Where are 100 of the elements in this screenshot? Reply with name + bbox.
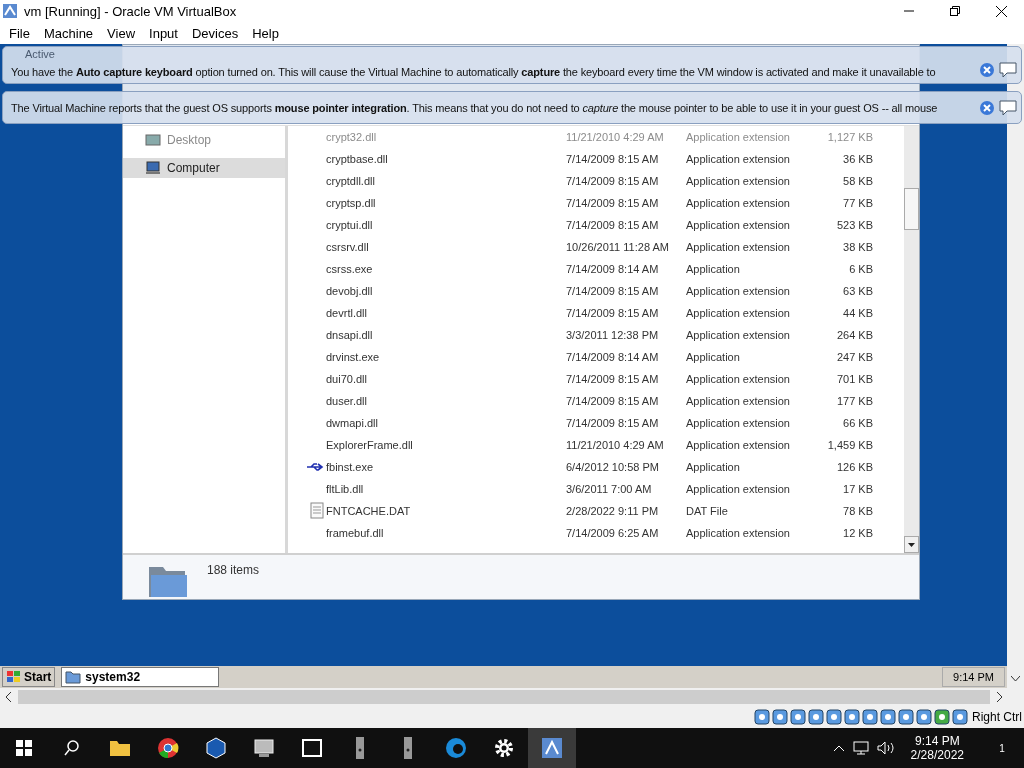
menu-item[interactable]: View bbox=[100, 25, 143, 41]
date-modified: 11/21/2010 4:29 AM bbox=[566, 130, 665, 143]
host-key-label: Right Ctrl bbox=[972, 710, 1022, 724]
date-modified: 7/14/2009 8:14 AM bbox=[566, 350, 660, 363]
chevron-down-icon bbox=[1011, 676, 1020, 682]
taskbar-date[interactable]: 2/28/2022 bbox=[910, 748, 964, 762]
file-name[interactable]: FNTCACHE.DAT bbox=[326, 504, 566, 517]
file-name[interactable]: fbinst.exe bbox=[326, 460, 566, 473]
windows-logo-icon bbox=[16, 740, 32, 756]
date-modified: 10/26/2011 11:28 AM bbox=[566, 240, 670, 253]
file-type: Application extension bbox=[686, 372, 791, 385]
file-size: 1,459 KB bbox=[826, 438, 873, 451]
caret-icon[interactable] bbox=[832, 744, 845, 752]
file-name[interactable]: ExplorerFrame.dll bbox=[326, 438, 566, 451]
file-type: DAT File bbox=[686, 504, 729, 517]
chevron-left-icon bbox=[4, 692, 14, 702]
close-icon[interactable] bbox=[979, 62, 995, 78]
taskbar-button[interactable]: system32 bbox=[61, 667, 220, 687]
menu-item[interactable]: Help bbox=[245, 25, 286, 41]
date-modified: 11/21/2010 4:29 AM bbox=[566, 438, 665, 451]
date-modified: 7/14/2009 8:14 AM bbox=[566, 262, 660, 275]
scroll-thumb[interactable] bbox=[904, 187, 919, 230]
file-name[interactable]: duser.dll bbox=[326, 394, 566, 407]
file-type: Application extension bbox=[686, 284, 791, 297]
file-size: 38 KB bbox=[842, 240, 873, 253]
file-name[interactable]: dwmapi.dll bbox=[326, 416, 566, 429]
cube-icon bbox=[206, 737, 226, 759]
file-type: Application extension bbox=[686, 416, 791, 429]
file-type: Application bbox=[686, 262, 741, 275]
file-size: 523 KB bbox=[835, 218, 873, 231]
file-name[interactable]: drvinst.exe bbox=[326, 350, 566, 363]
nav-item[interactable]: Computer bbox=[123, 157, 285, 178]
file-type: Application extension bbox=[686, 130, 791, 143]
file-name[interactable]: cryptdll.dll bbox=[326, 174, 566, 187]
drive-icon bbox=[403, 736, 413, 760]
active-label: Active bbox=[25, 48, 55, 60]
file-size: 247 KB bbox=[835, 350, 873, 363]
speech-bubble-icon[interactable] bbox=[999, 99, 1017, 116]
document-icon bbox=[310, 502, 324, 520]
close-icon[interactable] bbox=[979, 99, 995, 116]
file-size: 77 KB bbox=[842, 196, 873, 209]
file-type: Application extension bbox=[686, 526, 791, 539]
file-name[interactable]: cryptsp.dll bbox=[326, 196, 566, 209]
nav-item[interactable]: Desktop bbox=[123, 129, 285, 150]
file-type: Application extension bbox=[686, 196, 791, 209]
volume-icon[interactable] bbox=[876, 741, 895, 755]
file-type: Application extension bbox=[686, 438, 791, 451]
drive-icon bbox=[355, 736, 365, 760]
date-modified: 7/14/2009 8:15 AM bbox=[566, 306, 660, 319]
date-modified: 7/14/2009 8:15 AM bbox=[566, 152, 660, 165]
computer-icon bbox=[145, 159, 161, 176]
file-type: Application extension bbox=[686, 152, 791, 165]
file-type: Application extension bbox=[686, 394, 791, 407]
file-size: 63 KB bbox=[842, 284, 873, 297]
file-size: 58 KB bbox=[842, 174, 873, 187]
file-size: 126 KB bbox=[835, 460, 873, 473]
date-modified: 3/6/2011 7:00 AM bbox=[566, 482, 653, 495]
date-modified: 7/14/2009 8:15 AM bbox=[566, 284, 660, 297]
windows-flag-icon bbox=[6, 669, 22, 685]
window-title: vm [Running] - Oracle VM VirtualBox bbox=[24, 3, 238, 19]
file-name[interactable]: cryptui.dll bbox=[326, 218, 566, 231]
file-name[interactable]: dnsapi.dll bbox=[326, 328, 566, 341]
down-arrow-icon bbox=[908, 542, 915, 547]
scrollbar[interactable] bbox=[904, 125, 919, 553]
taskbar-time[interactable]: 9:14 PM bbox=[914, 734, 960, 748]
file-type: Application bbox=[686, 460, 741, 473]
file-name[interactable]: dui70.dll bbox=[326, 372, 566, 385]
menu-item[interactable]: File bbox=[2, 25, 37, 41]
file-name[interactable]: devobj.dll bbox=[326, 284, 566, 297]
restore-icon bbox=[950, 6, 960, 16]
date-modified: 6/4/2012 10:58 PM bbox=[566, 460, 660, 473]
menu-item[interactable]: Input bbox=[142, 25, 185, 41]
date-modified: 7/14/2009 8:15 AM bbox=[566, 196, 660, 209]
file-type: Application extension bbox=[686, 328, 791, 341]
file-name[interactable]: crypt32.dll bbox=[326, 130, 566, 143]
date-modified: 7/14/2009 8:15 AM bbox=[566, 416, 660, 429]
monitor-icon bbox=[253, 738, 275, 758]
file-name[interactable]: framebuf.dll bbox=[326, 526, 566, 539]
file-name[interactable]: cryptbase.dll bbox=[326, 152, 566, 165]
file-size: 177 KB bbox=[835, 394, 873, 407]
desktop-icon bbox=[145, 131, 161, 148]
file-size: 264 KB bbox=[835, 328, 873, 341]
file-name[interactable]: csrsrv.dll bbox=[326, 240, 566, 253]
start-button[interactable]: Start bbox=[2, 667, 56, 687]
search-icon bbox=[64, 740, 80, 756]
app-icon bbox=[541, 737, 563, 759]
file-size: 12 KB bbox=[842, 526, 873, 539]
file-size: 36 KB bbox=[842, 152, 873, 165]
file-name[interactable]: devrtl.dll bbox=[326, 306, 566, 319]
speech-bubble-icon[interactable] bbox=[999, 62, 1017, 78]
file-size: 66 KB bbox=[842, 416, 873, 429]
virtual-machine-button[interactable] bbox=[528, 728, 576, 768]
menu-item[interactable]: Devices bbox=[184, 25, 246, 41]
notification-text: You have the Auto capture keyboard option turned on. This will cause the Virtual Machine to automatically capture the keyboard every time the VM window is activated and make it unavailable to bbox=[11, 66, 937, 78]
notifications-button[interactable]: 1 bbox=[980, 728, 1024, 768]
item-count: 188 items bbox=[207, 563, 260, 579]
close-icon bbox=[995, 5, 1007, 17]
file-name[interactable]: fltLib.dll bbox=[326, 482, 566, 495]
file-name[interactable]: csrss.exe bbox=[326, 262, 566, 275]
menu-item[interactable]: Machine bbox=[36, 25, 101, 41]
